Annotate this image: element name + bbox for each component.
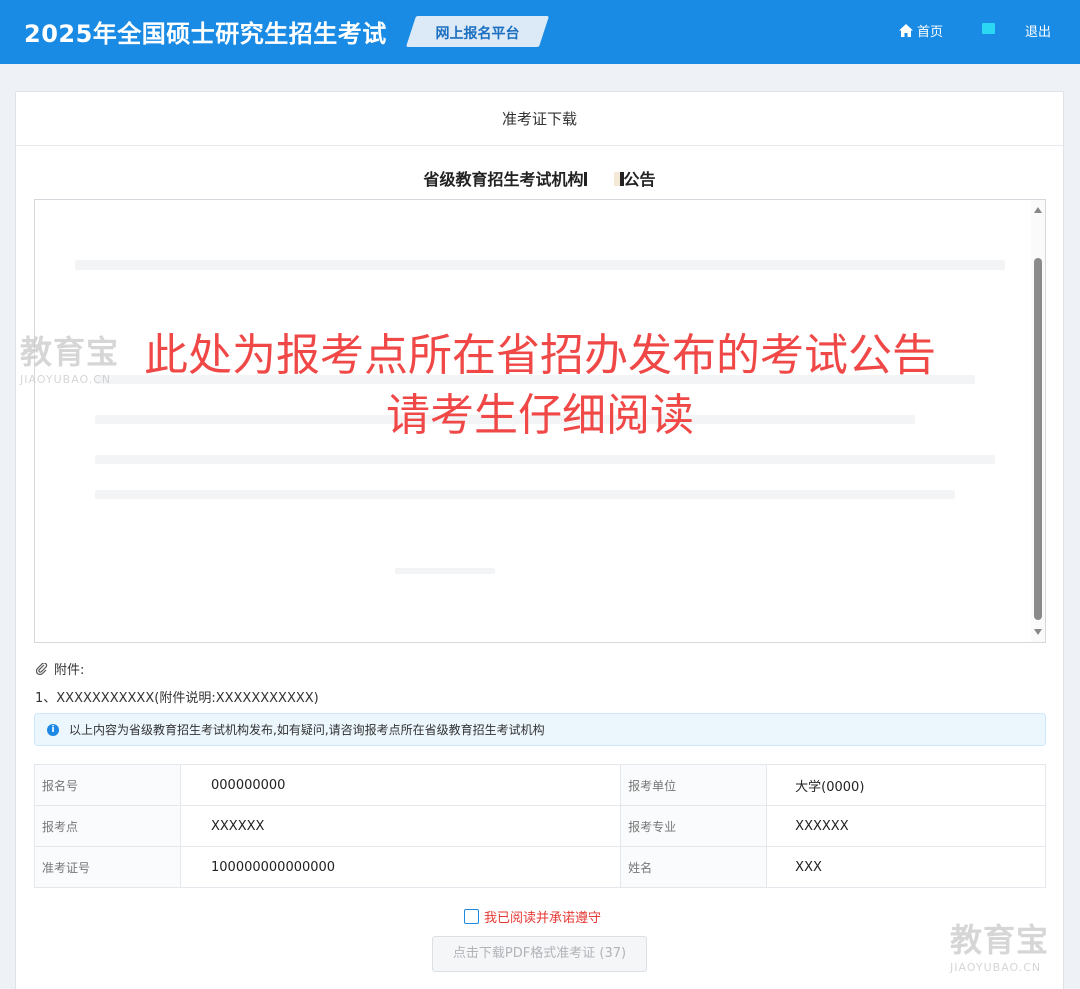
- top-navbar: 2025年全国硕士研究生招生考试 网上报名平台 首页 退出: [0, 0, 1080, 64]
- scroll-down-icon[interactable]: [1034, 629, 1042, 635]
- home-icon: [899, 23, 913, 37]
- field-label: 准考证号: [34, 846, 181, 888]
- attachment-name[interactable]: XXXXXXXXXXX: [56, 691, 155, 706]
- table-row: 准考证号 100000000000000 姓名 XXX: [34, 846, 1046, 888]
- overlay-annotation-line1: 此处为报考点所在省招办发布的考试公告: [144, 330, 936, 381]
- nav-home-label: 首页: [917, 24, 944, 40]
- redacted-region: [583, 172, 624, 186]
- field-label: 报考点: [34, 805, 181, 847]
- candidate-info-table: 报名号 000000000 报考单位 大学(0000) 报考点 XXXXXX 报…: [34, 764, 1046, 888]
- field-label: 报考专业: [620, 805, 768, 847]
- app-title: 2025年全国硕士研究生招生考试: [24, 20, 387, 48]
- field-value: XXXXXX: [179, 805, 622, 847]
- field-value: 000000000: [179, 764, 622, 806]
- download-pdf-button[interactable]: 点击下载PDF格式准考证 (37): [432, 936, 647, 972]
- agree-label: 我已阅读并承诺遵守: [484, 911, 602, 926]
- info-alert-text: 以上内容为省级教育招生考试机构发布,如有疑问,请咨询报考点所在省级教育招生考试机…: [69, 723, 545, 737]
- field-value: XXX: [766, 846, 1046, 888]
- logout-link[interactable]: 退出: [1025, 21, 1051, 40]
- attachment-desc: (附件说明:XXXXXXXXXXX): [154, 691, 319, 706]
- watermark-logo: 教育宝 JIAOYUBAO.CN: [950, 921, 1050, 974]
- field-value: 大学(0000): [766, 764, 1046, 806]
- scroll-up-icon[interactable]: [1034, 207, 1042, 213]
- user-icon[interactable]: [982, 23, 995, 34]
- panel-title: 准考证下载: [16, 92, 1063, 146]
- notice-title: 省级教育招生考试机构 公告: [423, 170, 656, 189]
- attachment-item[interactable]: 1、XXXXXXXXXXX(附件说明:XXXXXXXXXXX): [35, 687, 319, 706]
- info-icon: i: [47, 723, 59, 736]
- field-label: 姓名: [620, 846, 768, 888]
- field-label: 报名号: [34, 764, 181, 806]
- checkbox-box[interactable]: [464, 909, 479, 924]
- platform-tag: 网上报名平台: [405, 16, 550, 47]
- table-row: 报考点 XXXXXX 报考专业 XXXXXX: [34, 805, 1046, 847]
- paperclip-icon: [36, 662, 48, 675]
- overlay-annotation-line2: 请考生仔细阅读: [386, 390, 694, 441]
- platform-tag-label: 网上报名平台: [435, 26, 520, 42]
- field-label: 报考单位: [620, 764, 768, 806]
- field-value: 100000000000000: [179, 846, 622, 888]
- table-row: 报名号 000000000 报考单位 大学(0000): [34, 764, 1046, 806]
- agree-checkbox[interactable]: 我已阅读并承诺遵守: [464, 907, 601, 926]
- info-alert: i 以上内容为省级教育招生考试机构发布,如有疑问,请咨询报考点所在省级教育招生考…: [34, 713, 1046, 746]
- nav-home-link[interactable]: 首页: [899, 20, 943, 40]
- field-value: XXXXXX: [766, 805, 1046, 847]
- attachments-label: 附件:: [36, 659, 84, 678]
- watermark-logo: 教育宝 JIAOYUBAO.CN: [20, 333, 120, 386]
